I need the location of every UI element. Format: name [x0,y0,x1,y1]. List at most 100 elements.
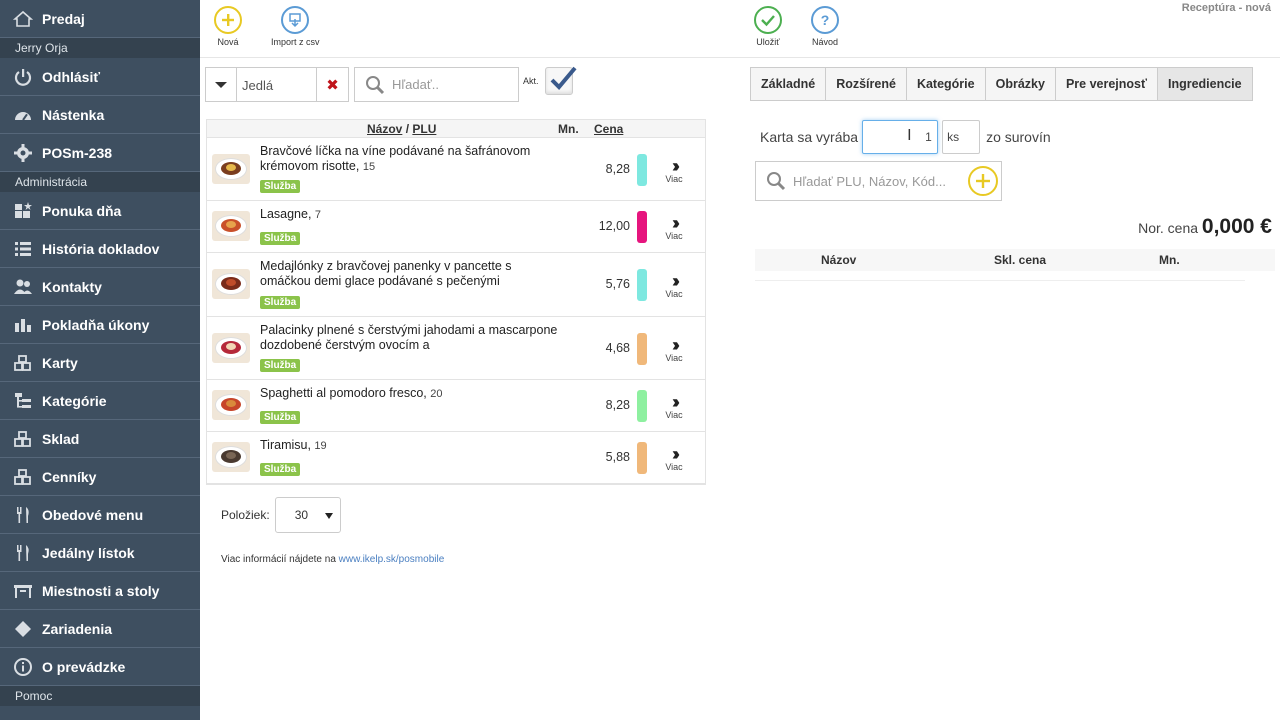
new-button[interactable]: Nová [214,6,242,47]
status-badge: Služba [260,463,301,476]
sidebar-item-hist-ria-dokladov[interactable]: História dokladov [0,230,200,268]
product-thumbnail [212,442,250,472]
status-badge: Služba [260,296,301,309]
sidebar-item-jed-lny-l-stok[interactable]: Jedálny lístok [0,534,200,572]
import-csv-button[interactable]: Import z csv [271,6,320,47]
product-thumbnail [212,333,250,363]
more-button[interactable]: ›› Viac [659,213,689,241]
table-row[interactable]: Bravčové líčka na víne podávané na šafrá… [207,138,705,201]
product-name-text: Lasagne, [260,207,312,221]
product-name: Tiramisu, 19 [260,438,560,454]
tab-pre-verejnos-[interactable]: Pre verejnosť [1055,67,1158,101]
per-page-select[interactable]: 30 [274,497,341,533]
sidebar-item-cenn-ky[interactable]: Cenníky [0,458,200,496]
more-button[interactable]: ›› Viac [659,393,689,420]
svg-text:?: ? [821,12,830,28]
per-page: Položiek: 30 [221,497,341,533]
footer-text: Viac informácií nájdete na [221,554,336,565]
product-search[interactable] [354,67,519,102]
cutlery-icon [12,543,34,563]
more-button[interactable]: ›› Viac [659,272,689,299]
col-stock-price: Skl. cena [994,253,1047,267]
add-ingredient-button[interactable] [968,166,998,196]
table-row[interactable]: Spaghetti al pomodoro fresco, 20 Služba … [207,380,705,432]
sort-plu-link[interactable]: PLU [412,122,436,136]
product-price: 5,76 [605,277,630,291]
tab-obr-zky[interactable]: Obrázky [985,67,1056,101]
import-label: Import z csv [271,37,320,47]
sidebar-item-ponuka-d-a[interactable]: Ponuka dňa [0,192,200,230]
product-plu: 20 [430,388,443,400]
sidebar-item-kontakty[interactable]: Kontakty [0,268,200,306]
plus-icon [214,6,242,34]
more-label: Viac [665,353,683,363]
product-name-text: Spaghetti al pomodoro fresco, [260,386,427,400]
help-button[interactable]: ? Návod [811,6,839,47]
tab-ingrediencie[interactable]: Ingrediencie [1157,67,1253,101]
sidebar-item-obedov-menu[interactable]: Obedové menu [0,496,200,534]
sidebar-item-sklad[interactable]: Sklad [0,420,200,458]
sidebar-item-label: Obedové menu [42,506,144,523]
ingredient-table-header: Názov Skl. cena Mn. [755,249,1275,271]
sidebar-item-odhl-si-[interactable]: Odhlásiť [0,58,200,96]
sidebar-item-miestnosti-a-stoly[interactable]: Miestnosti a stoly [0,572,200,610]
more-label: Viac [665,231,683,241]
table-row[interactable]: Palacinky plnené s čerstvými jahodami a … [207,317,705,380]
blocks-icon [12,429,34,449]
product-price: 4,68 [605,341,630,355]
production-row: Karta sa vyrába I 1 ks zo surovín [760,120,1051,154]
sidebar-item-posm-238[interactable]: POSm-238 [0,134,200,172]
tab-z-kladn-[interactable]: Základné [750,67,827,101]
close-icon: ✖ [326,76,339,94]
diamond-icon [12,619,34,639]
sidebar-item-label: Zariadenia [42,620,113,637]
status-badge: Služba [260,180,301,193]
dashboard-icon [12,105,34,125]
save-button[interactable]: Uložiť [754,6,782,47]
sidebar-item-kateg-rie[interactable]: Kategórie [0,382,200,420]
product-name-text: Tiramisu, [260,438,311,452]
category-field[interactable]: Jedlá [237,67,317,102]
product-search-input[interactable] [392,77,512,92]
more-button[interactable]: ›› Viac [659,157,689,184]
per-page-value: 30 [294,508,309,522]
sidebar-item-poklad-a-kony[interactable]: Pokladňa úkony [0,306,200,344]
header-separator: / [405,122,410,136]
sidebar-item-n-stenka[interactable]: Nástenka [0,96,200,134]
col-ingredient-qty: Mn. [1159,253,1180,267]
more-button[interactable]: ›› Viac [659,444,689,472]
product-plu: 7 [314,209,322,221]
ingredient-search[interactable] [755,161,1002,201]
table-row[interactable]: Lasagne, 7 Služba 12,00 ›› Viac [207,201,705,253]
question-icon: ? [811,6,839,34]
quantity-input[interactable]: I 1 [862,120,939,154]
more-button[interactable]: ›› Viac [659,336,689,363]
footer-link[interactable]: www.ikelp.sk/posmobile [339,554,445,565]
table-row[interactable]: Medajlónky z bravčovej panenky v pancett… [207,253,705,317]
tab-roz-ren-[interactable]: Rozšírené [826,67,907,101]
sidebar-item-karty[interactable]: Karty [0,344,200,382]
sidebar-item-predaj[interactable]: Predaj [0,0,200,38]
double-chevron-right-icon: ›› [672,213,680,233]
category-dropdown-button[interactable] [205,67,237,102]
color-swatch [637,390,647,422]
product-table: Názov / PLU Mn. Cena Bravčové líčka na v… [206,119,706,485]
double-chevron-right-icon: ›› [672,444,680,464]
gear-icon [12,143,34,163]
sidebar-item-zariadenia[interactable]: Zariadenia [0,610,200,648]
active-checkbox[interactable] [545,66,577,95]
search-icon [767,172,786,191]
sort-name-link[interactable]: Názov [367,122,402,136]
tab-kateg-rie[interactable]: Kategórie [906,67,986,101]
product-thumbnail [212,390,250,420]
clear-category-button[interactable]: ✖ [316,67,349,102]
color-swatch [637,269,647,301]
footer-info: Viac informácií nájdete na www.ikelp.sk/… [221,554,444,565]
table-row[interactable]: Tiramisu, 19 Služba 5,88 ›› Viac [207,432,705,484]
text-cursor-icon: I [907,127,912,144]
col-price-header[interactable]: Cena [594,122,623,136]
sidebar-item-o-prev-dzke[interactable]: O prevádzke [0,648,200,686]
unit-field[interactable]: ks [942,120,981,154]
info-icon [12,657,34,677]
ingredient-search-input[interactable] [793,173,963,189]
